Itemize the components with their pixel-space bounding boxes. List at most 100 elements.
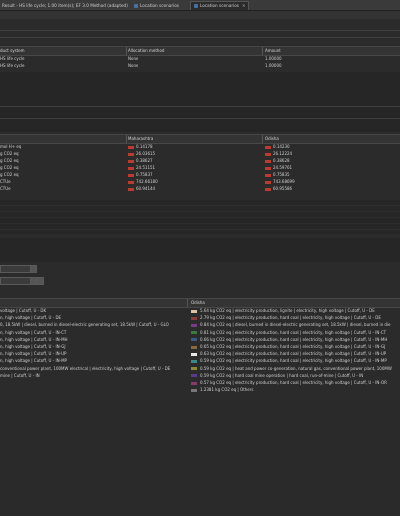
- table-cell[interactable]: None: [128, 56, 138, 62]
- column-separator[interactable]: [187, 299, 188, 307]
- legend-swatch: [191, 331, 197, 335]
- legend-swatch: [191, 323, 197, 327]
- chart-icon: [134, 4, 138, 8]
- unit-cell: CTUe: [0, 186, 11, 191]
- column-header[interactable]: Odisha: [191, 300, 205, 305]
- result-bar: [265, 145, 271, 149]
- table-cell: HS life cycle: [0, 56, 25, 61]
- result-bar: [128, 145, 134, 149]
- unit-cell: g CO2 eq: [0, 172, 19, 177]
- contrib-table-header: Odisha: [0, 298, 400, 308]
- combo-box[interactable]: [0, 277, 32, 285]
- result-bar: [128, 166, 134, 170]
- column-separator[interactable]: [262, 135, 263, 143]
- alloc-table-header: duct system Allocation method Amount: [0, 46, 400, 56]
- legend-swatch: [191, 374, 197, 378]
- result-bar: [128, 180, 134, 184]
- result-bar: [265, 166, 271, 170]
- legend-swatch: [191, 381, 197, 385]
- value-cell[interactable]: 60.95586: [273, 186, 292, 192]
- process-row[interactable]: n, high voltage | Cutoff, U - IN-MP: [0, 358, 186, 364]
- contribution-row[interactable]: 1.2381 kg CO2 eq | Others: [200, 387, 400, 393]
- legend-swatch: [191, 359, 197, 363]
- unit-cell: mol H+ eq: [0, 144, 22, 149]
- combo-box[interactable]: [0, 265, 32, 273]
- column-header[interactable]: Amount: [265, 48, 281, 53]
- table-cell: HS life cycle: [0, 63, 25, 68]
- dropdown-arrow-icon[interactable]: [30, 265, 37, 273]
- empty-panel: [0, 72, 400, 132]
- value-cell[interactable]: 0.75837: [136, 172, 153, 178]
- contribution-row[interactable]: 0.59 kg CO2 eq | hard coal mine operatio…: [200, 373, 400, 379]
- value-cell[interactable]: 0.14178: [136, 144, 153, 150]
- result-bar: [265, 180, 271, 184]
- value-cell[interactable]: 26.12224: [273, 151, 292, 157]
- process-row[interactable]: n, high voltage | Cutoff, U - IN-CT: [0, 330, 186, 336]
- contribution-row[interactable]: 0.57 kg CO2 eq | electricity production,…: [200, 380, 400, 386]
- process-row[interactable]: n, high voltage | Cutoff, U - IN-MH: [0, 337, 186, 343]
- tab-location-scenarios-1[interactable]: Location scenarios: [134, 2, 179, 9]
- contribution-row[interactable]: 5.64 kg CO2 eq | electricity production,…: [200, 308, 400, 314]
- editor-tab-bar: Result - HS life cycle; 1.00 item(s); EF…: [0, 0, 400, 11]
- column-separator[interactable]: [262, 47, 263, 55]
- legend-swatch: [191, 309, 197, 313]
- process-row[interactable]: mine | Cutoff, U - IN: [0, 373, 186, 379]
- value-cell[interactable]: 24.51151: [136, 165, 155, 171]
- value-cell[interactable]: 0.75835: [273, 172, 290, 178]
- contribution-row[interactable]: 0.66 kg CO2 eq | electricity production,…: [200, 337, 400, 343]
- contribution-row[interactable]: 0.59 kg CO2 eq | electricity production,…: [200, 358, 400, 364]
- value-cell[interactable]: 26.03615: [136, 151, 155, 157]
- contribution-row[interactable]: 0.65 kg CO2 eq | electricity production,…: [200, 344, 400, 350]
- unit-cell: CTUe: [0, 179, 11, 184]
- column-separator[interactable]: [126, 135, 127, 143]
- close-icon[interactable]: ✕: [242, 3, 246, 8]
- process-row[interactable]: n, high voltage | Cutoff, U - IN-GJ: [0, 344, 186, 350]
- process-row[interactable]: voltage | Cutoff, U - DK: [0, 308, 186, 314]
- chart-icon: [194, 4, 198, 8]
- result-bar: [265, 173, 271, 177]
- process-row[interactable]: n, high voltage | Cutoff, U - DE: [0, 315, 186, 321]
- results-table-header: Maharashtra Odisha: [0, 134, 400, 144]
- contribution-row[interactable]: 2.79 kg CO2 eq | electricity production,…: [200, 315, 400, 321]
- column-header[interactable]: Odisha: [265, 136, 279, 141]
- value-cell[interactable]: 24.59761: [273, 165, 292, 171]
- divider: [0, 106, 400, 107]
- process-row[interactable]: conventional power plant, 100MW electric…: [0, 366, 186, 372]
- value-cell[interactable]: 742.66180: [136, 179, 158, 185]
- table-cell[interactable]: None: [128, 63, 138, 69]
- legend-swatch: [191, 352, 197, 356]
- tab-location-scenarios-2[interactable]: Location scenarios ✕: [190, 1, 250, 10]
- contribution-row[interactable]: 0.84 kg CO2 eq | diesel, burned in diese…: [200, 322, 400, 328]
- process-row[interactable]: n, high voltage | Cutoff, U - IN-UP: [0, 351, 186, 357]
- contribution-row[interactable]: 0.59 kg CO2 eq | heat and power co-gener…: [200, 366, 400, 372]
- table-cell[interactable]: 1.00000: [265, 56, 282, 62]
- column-header[interactable]: Maharashtra: [128, 136, 153, 141]
- value-cell[interactable]: 743.68699: [273, 179, 295, 185]
- legend-swatch: [191, 316, 197, 320]
- contribution-row[interactable]: 0.81 kg CO2 eq | electricity production,…: [200, 330, 400, 336]
- column-header[interactable]: duct system: [0, 48, 25, 53]
- tab-result[interactable]: Result - HS life cycle; 1.00 item(s); EF…: [2, 2, 128, 9]
- divider: [0, 37, 400, 38]
- value-cell[interactable]: 0.14230: [273, 144, 290, 150]
- result-bar: [265, 187, 271, 191]
- unit-cell: g CO2 eq: [0, 165, 19, 170]
- value-cell[interactable]: 60.94144: [136, 186, 155, 192]
- value-cell[interactable]: 0.38627: [136, 158, 153, 164]
- table-cell[interactable]: 1.00000: [265, 63, 282, 69]
- result-bar: [128, 152, 134, 156]
- legend-swatch: [191, 338, 197, 342]
- result-bar: [128, 173, 134, 177]
- result-bar: [265, 152, 271, 156]
- value-cell[interactable]: 0.38628: [273, 158, 290, 164]
- legend-swatch: [191, 367, 197, 371]
- process-row[interactable]: 0, 18.5kW | diesel, burned in diesel-ele…: [0, 322, 186, 328]
- empty-grid: [0, 200, 400, 234]
- divider: [0, 30, 400, 31]
- dropdown-arrow-icon[interactable]: [36, 277, 44, 285]
- contribution-row[interactable]: 0.63 kg CO2 eq | electricity production,…: [200, 351, 400, 357]
- column-separator[interactable]: [126, 47, 127, 55]
- unit-cell: g CO2 eq: [0, 158, 19, 163]
- column-header[interactable]: Allocation method: [128, 48, 164, 53]
- unit-cell: g CO2 eq: [0, 151, 19, 156]
